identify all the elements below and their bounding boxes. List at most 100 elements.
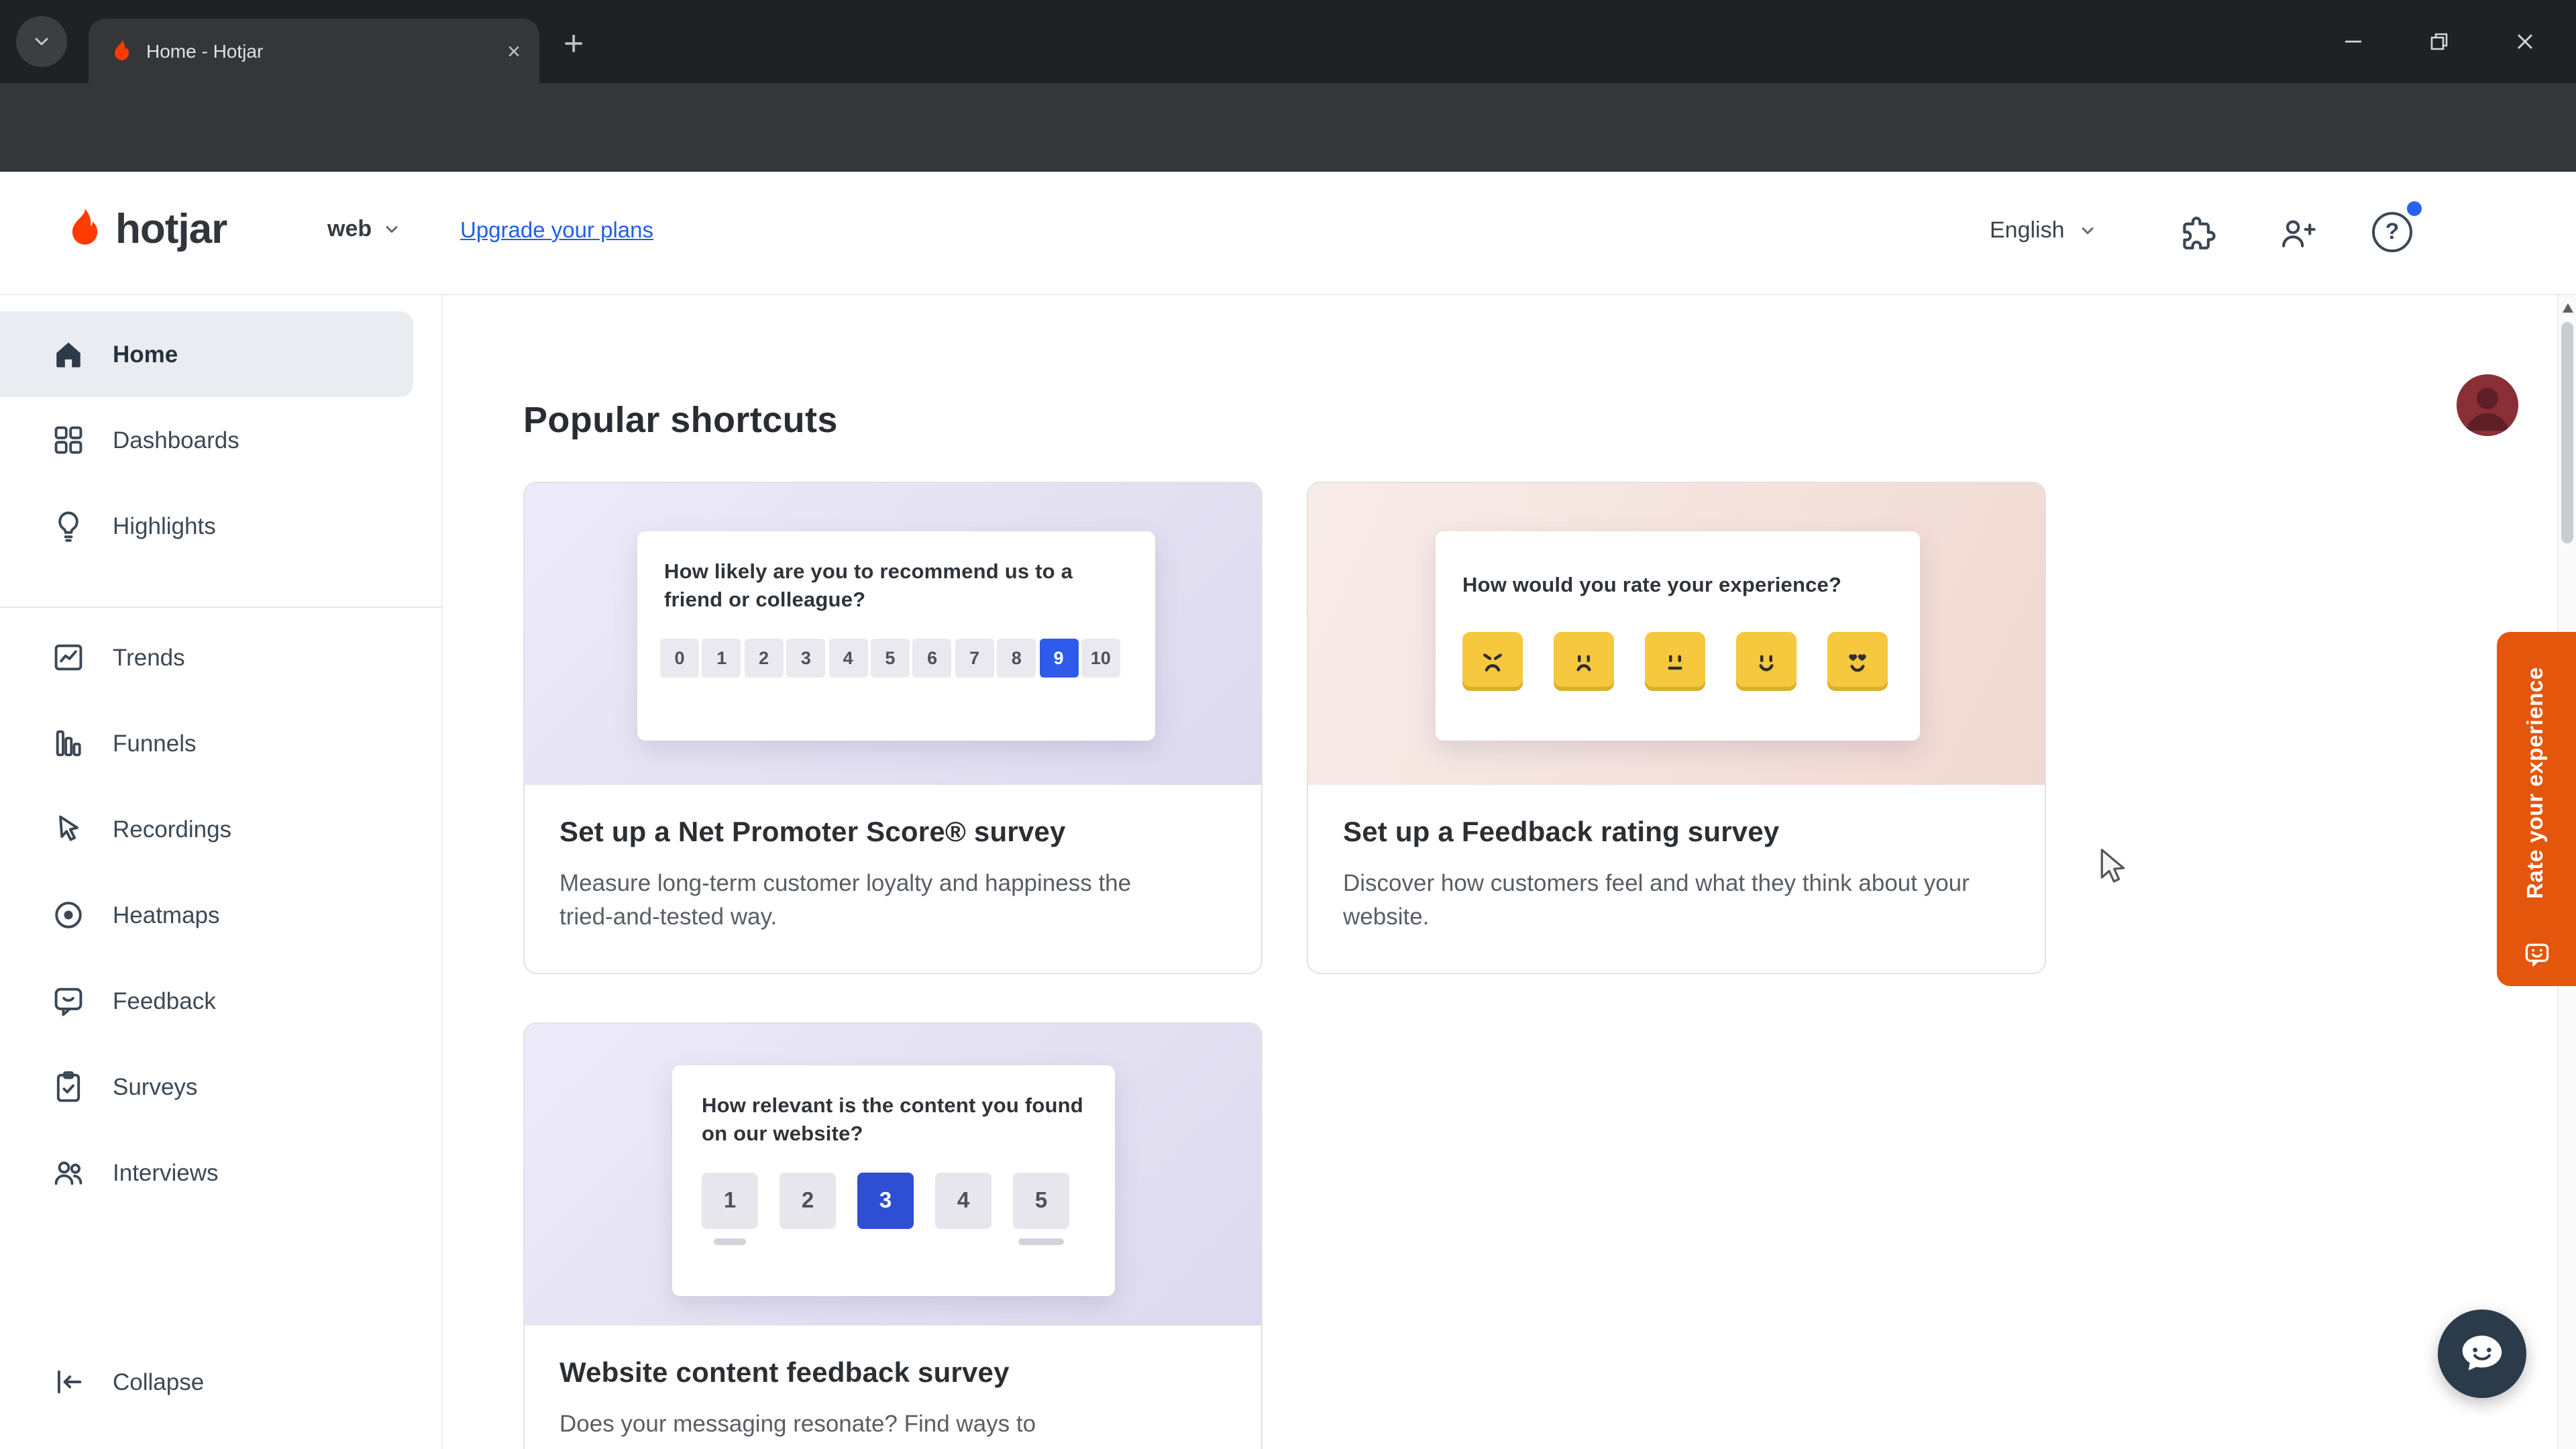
sidebar-item-feedback[interactable]: Feedback bbox=[0, 958, 413, 1044]
recordings-cursor-icon bbox=[51, 812, 86, 847]
chat-widget-button[interactable] bbox=[2438, 1309, 2526, 1398]
sidebar-item-label: Interviews bbox=[113, 1159, 219, 1185]
scrollbar-up-arrow-icon[interactable] bbox=[2563, 303, 2573, 313]
sidebar-item-highlights[interactable]: Highlights bbox=[0, 483, 413, 569]
upgrade-plans-link[interactable]: Upgrade your plans bbox=[460, 219, 653, 244]
nps-scale-option: 2 bbox=[744, 639, 784, 678]
nps-preview-mini-card: How likely are you to recommend us to a … bbox=[637, 531, 1155, 741]
card-title: Set up a Net Promoter Score® survey bbox=[559, 817, 1066, 848]
window-close-button[interactable] bbox=[2482, 0, 2568, 83]
sidebar-item-trends[interactable]: Trends bbox=[0, 614, 413, 700]
app-header: hotjar web Upgrade your plans English ? bbox=[0, 172, 2576, 436]
emoji-rating-row bbox=[1462, 632, 1893, 692]
card-title: Set up a Feedback rating survey bbox=[1343, 817, 1780, 848]
new-tab-button[interactable]: + bbox=[564, 23, 584, 64]
nps-preview-question: How likely are you to recommend us to a … bbox=[664, 561, 1073, 612]
feedback-preview: How would you rate your experience? bbox=[1308, 483, 2045, 785]
nps-scale-option: 1 bbox=[702, 639, 741, 678]
rate-experience-tab[interactable]: Rate your experience bbox=[2497, 632, 2576, 986]
close-icon bbox=[2518, 34, 2532, 49]
shortcut-card-feedback-rating[interactable]: How would you rate your experience? Set … bbox=[1307, 482, 2046, 974]
browser-toolbar: insights.hotjar.com/sites/3825551/overvi… bbox=[0, 83, 2576, 240]
hotjar-logo[interactable]: hotjar bbox=[59, 204, 227, 255]
screen: Home - Hotjar × + insights.hotjar.com/si… bbox=[0, 0, 2576, 1449]
angry-face-icon bbox=[1462, 632, 1523, 692]
nps-preview: How likely are you to recommend us to a … bbox=[525, 483, 1261, 785]
user-avatar[interactable] bbox=[2457, 374, 2518, 436]
sad-face-icon bbox=[1554, 632, 1614, 692]
integrations-puzzle-button[interactable] bbox=[2179, 215, 2216, 252]
sidebar-item-label: Surveys bbox=[113, 1073, 198, 1099]
interviews-people-icon bbox=[51, 1155, 86, 1190]
sidebar-item-dashboards[interactable]: Dashboards bbox=[0, 397, 413, 483]
neutral-face-icon bbox=[1645, 632, 1705, 692]
card-body: Set up a Feedback rating survey Discover… bbox=[1308, 785, 2045, 935]
nps-scale-option: 5 bbox=[870, 639, 910, 678]
tab-search-button[interactable] bbox=[16, 16, 67, 67]
window-minimize-button[interactable] bbox=[2310, 0, 2396, 83]
tab-close-icon[interactable]: × bbox=[507, 40, 521, 62]
sidebar-item-home[interactable]: Home bbox=[0, 311, 413, 397]
notification-dot bbox=[2407, 201, 2422, 216]
site-selector-dropdown[interactable]: web bbox=[327, 216, 401, 243]
help-icon: ? bbox=[2385, 219, 2400, 244]
sidebar-item-interviews[interactable]: Interviews bbox=[0, 1130, 413, 1216]
window-restore-button[interactable] bbox=[2396, 0, 2482, 83]
language-value: English bbox=[1990, 217, 2065, 243]
relevance-option: 5 bbox=[1013, 1173, 1069, 1230]
hotjar-wordmark: hotjar bbox=[115, 205, 227, 252]
content-feedback-mini-card: How relevant is the content you found on… bbox=[672, 1065, 1115, 1296]
sidebar-item-surveys[interactable]: Surveys bbox=[0, 1044, 413, 1130]
chevron-down-icon bbox=[2082, 227, 2093, 234]
card-body: Website content feedback survey Does you… bbox=[525, 1326, 1261, 1442]
nps-scale-option: 7 bbox=[955, 639, 994, 678]
card-body: Set up a Net Promoter Score® survey Meas… bbox=[525, 785, 1261, 935]
sidebar-item-label: Heatmaps bbox=[113, 901, 220, 928]
nps-scale: 0 1 2 3 4 5 6 7 8 9 10 bbox=[660, 639, 1128, 678]
page-title: Popular shortcuts bbox=[523, 400, 838, 440]
sidebar-item-recordings[interactable]: Recordings bbox=[0, 786, 413, 872]
sidebar-divider bbox=[0, 606, 443, 608]
minimize-icon bbox=[2345, 40, 2361, 43]
scrollbar-thumb[interactable] bbox=[2561, 322, 2573, 543]
sidebar-collapse-button[interactable]: Collapse bbox=[0, 1339, 413, 1425]
card-description: Does your messaging resonate? Find ways … bbox=[559, 1410, 1036, 1437]
chevron-down-icon bbox=[386, 226, 398, 233]
nps-scale-option: 4 bbox=[828, 639, 868, 678]
avatar-silhouette-icon bbox=[2457, 374, 2518, 436]
nps-scale-option: 8 bbox=[997, 639, 1036, 678]
collapse-arrow-icon bbox=[51, 1364, 86, 1399]
restore-icon bbox=[2430, 33, 2448, 50]
tab-title: Home - Hotjar bbox=[146, 40, 264, 62]
sidebar-item-heatmaps[interactable]: Heatmaps bbox=[0, 872, 413, 958]
shortcut-card-content-feedback[interactable]: How relevant is the content you found on… bbox=[523, 1022, 1263, 1449]
shortcut-card-nps[interactable]: How likely are you to recommend us to a … bbox=[523, 482, 1263, 974]
sidebar-item-label: Recordings bbox=[113, 815, 232, 842]
language-selector[interactable]: English bbox=[1990, 217, 2097, 244]
card-description: Discover how customers feel and what the… bbox=[1343, 869, 1970, 930]
nps-scale-option: 3 bbox=[786, 639, 826, 678]
nps-scale-option: 0 bbox=[660, 639, 699, 678]
main-content: Popular shortcuts How likely are you to … bbox=[443, 295, 2576, 1449]
survey-clipboard-icon bbox=[51, 1069, 86, 1104]
feedback-bubble-icon bbox=[51, 983, 86, 1018]
content-feedback-question: How relevant is the content you found on… bbox=[702, 1095, 1083, 1146]
home-icon bbox=[51, 337, 86, 372]
sidebar-item-label: Home bbox=[113, 340, 178, 367]
relevance-option: 4 bbox=[935, 1173, 991, 1230]
invite-user-button[interactable] bbox=[2278, 215, 2316, 252]
dashboards-grid-icon bbox=[51, 423, 86, 458]
browser-tab-active[interactable]: Home - Hotjar × bbox=[89, 19, 539, 83]
sidebar-item-funnels[interactable]: Funnels bbox=[0, 700, 413, 786]
sidebar-item-label: Collapse bbox=[113, 1368, 205, 1395]
browser-tabstrip: Home - Hotjar × + bbox=[0, 0, 2576, 83]
site-selector-value: web bbox=[327, 216, 372, 241]
feedback-preview-question: How would you rate your experience? bbox=[1462, 574, 1842, 597]
love-face-icon bbox=[1827, 632, 1888, 692]
sidebar-item-label: Funnels bbox=[113, 729, 197, 756]
relevance-option: 2 bbox=[780, 1173, 836, 1230]
sidebar-nav: Home Dashboards Highlights Trends Funnel… bbox=[0, 295, 443, 1449]
hotjar-favicon bbox=[115, 39, 129, 60]
help-button[interactable]: ? bbox=[2372, 212, 2412, 252]
sidebar-item-label: Dashboards bbox=[113, 426, 239, 453]
